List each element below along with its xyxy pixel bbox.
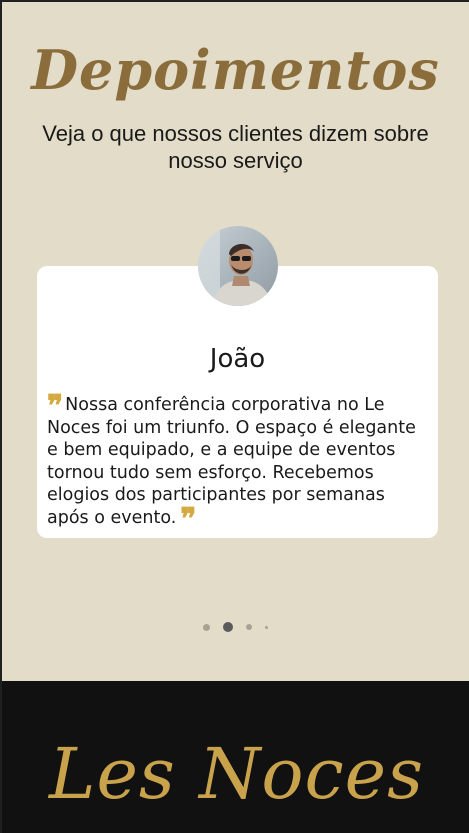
carousel-dot[interactable]: [203, 623, 210, 631]
testimonial-text-block: ❞ Nossa conferência corporativa no Le Noc…: [47, 392, 428, 535]
footer: Les Noces: [2, 681, 469, 833]
testimonial-name: João: [209, 344, 266, 374]
page-frame: Depoimentos Veja o que nossos clientes d…: [0, 0, 469, 833]
section-subtitle: Veja o que nossos clientes dizem sobre n…: [42, 121, 429, 173]
quote-open-icon: ❞: [47, 389, 64, 424]
carousel-dot[interactable]: [265, 625, 268, 629]
section-title: Depoimentos: [31, 38, 440, 102]
carousel-dot[interactable]: [246, 624, 252, 630]
testimonial-text: Nossa conferência corporativa no Le Noce…: [47, 395, 416, 528]
quote-close-icon: ❞: [180, 501, 197, 537]
carousel-dot-active[interactable]: [223, 622, 233, 632]
brand-logo: Les Noces: [48, 733, 425, 815]
testimonial-avatar: [198, 226, 278, 306]
person-photo-icon: [198, 226, 278, 306]
testimonial-card: João ❞ Nossa conferência corporativa no L…: [37, 266, 438, 538]
carousel-pagination: [2, 622, 469, 632]
